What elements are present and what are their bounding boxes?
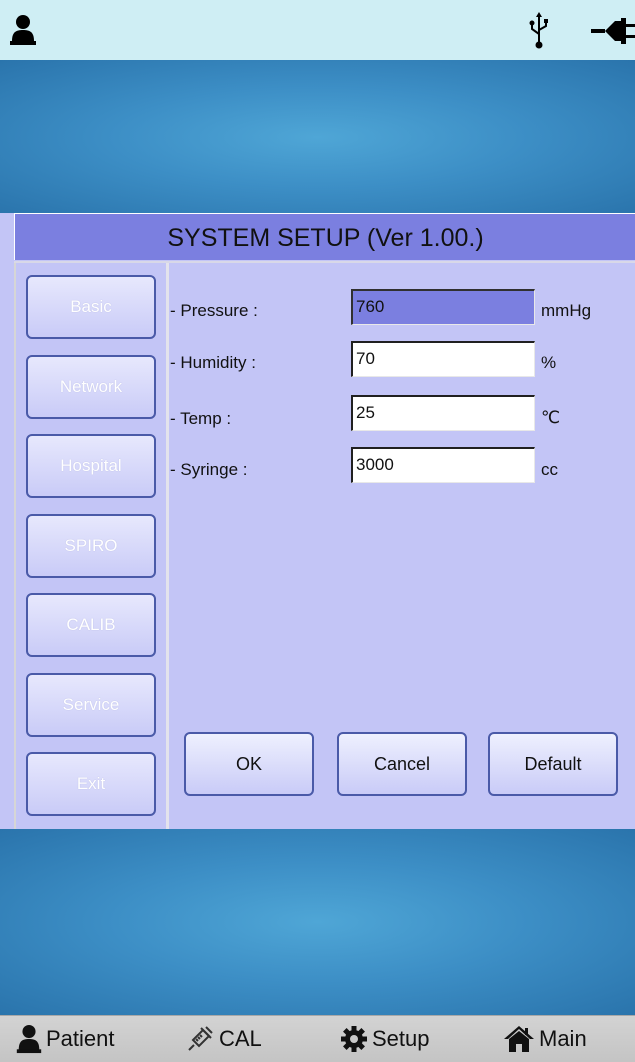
menu-calib-button[interactable]: CALIB [26,593,156,657]
nav-main-label: Main [539,1026,587,1051]
nav-cal[interactable]: CAL [185,1016,262,1062]
background-top [0,60,635,215]
user-icon [10,15,36,45]
syringe-icon [188,1026,213,1051]
syringe-label: - Syringe : [170,460,248,479]
temp-label: - Temp : [170,409,232,428]
nav-setup-label: Setup [372,1026,430,1051]
cancel-button[interactable]: Cancel [337,732,467,796]
ok-button[interactable]: OK [184,732,314,796]
nav-patient[interactable]: Patient [16,1016,115,1062]
menu-spiro-button[interactable]: SPIRO [26,514,156,578]
nav-main[interactable]: Main [503,1016,587,1062]
power-plug-icon [591,18,635,44]
nav-cal-label: CAL [219,1026,262,1051]
pressure-label: - Pressure : [170,301,258,320]
humidity-input[interactable]: 70 [351,341,535,377]
status-bar [0,0,635,60]
humidity-label: - Humidity : [170,353,256,372]
dialog-body: Basic Network Hospital SPIRO CALIB Servi… [14,261,635,832]
home-icon [504,1026,534,1052]
dialog-title: SYSTEM SETUP (Ver 1.00.) [14,213,635,260]
gear-icon [341,1026,367,1052]
default-button[interactable]: Default [488,732,618,796]
background-bottom [0,829,635,1015]
menu-exit-button[interactable]: Exit [26,752,156,816]
screen: SYSTEM SETUP (Ver 1.00.) Basic Network H… [0,0,635,1062]
temp-unit: ℃ [541,408,561,427]
syringe-input[interactable]: 3000 [351,447,535,483]
menu-basic-button[interactable]: Basic [26,275,156,339]
bottom-nav: Patient CAL Setup Main [0,1015,635,1062]
side-menu: Basic Network Hospital SPIRO CALIB Servi… [14,263,169,830]
pressure-unit: mmHg [541,301,592,320]
pressure-input[interactable]: 760 [351,289,535,325]
menu-service-button[interactable]: Service [26,673,156,737]
system-setup-dialog: SYSTEM SETUP (Ver 1.00.) Basic Network H… [0,213,635,830]
humidity-unit: % [541,353,557,372]
menu-network-button[interactable]: Network [26,355,156,419]
temp-input[interactable]: 25 [351,395,535,431]
nav-setup[interactable]: Setup [340,1016,430,1062]
person-icon [16,1024,42,1054]
usb-icon [529,12,548,49]
syringe-unit: cc [541,460,558,479]
menu-hospital-button[interactable]: Hospital [26,434,156,498]
nav-patient-label: Patient [46,1026,115,1051]
